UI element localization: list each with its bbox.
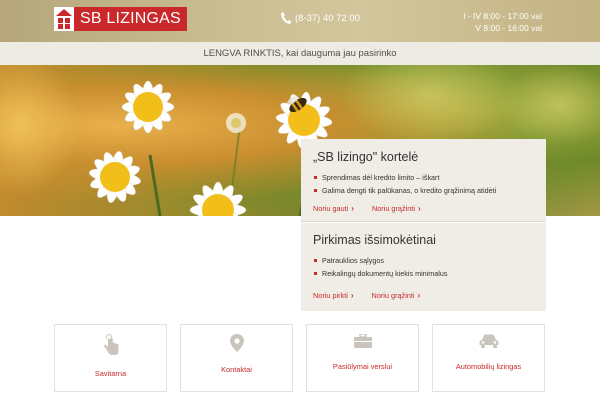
working-hours: I - IV 8:00 - 17:00 val V 8:00 - 16:00 v…	[463, 10, 542, 34]
phone-contact[interactable]: (8-37) 40 72 00	[280, 11, 360, 25]
bullet-icon	[314, 176, 317, 179]
installment-links: Noriu pirkti › Noriu grąžinti ›	[313, 291, 438, 300]
feature-item: Reikalingų dokumentų kiekis minimalus	[314, 267, 447, 280]
logo-text: SB LIZINGAS	[74, 7, 187, 31]
bullet-icon	[314, 272, 317, 275]
tile-label: Pasiūlymai verslui	[332, 362, 393, 371]
sb-card-links: Noriu gauti › Noriu grąžinti ›	[313, 204, 439, 213]
phone-number: (8-37) 40 72 00	[295, 12, 360, 24]
tile-contacts[interactable]: Kontaktai	[180, 324, 293, 392]
hours-friday: V 8:00 - 16:00 val	[475, 23, 542, 33]
tile-car-leasing[interactable]: Automobilių lizingas	[432, 324, 545, 392]
tile-label: Savitarna	[94, 369, 127, 378]
chevron-right-icon: ›	[351, 204, 354, 213]
house-logo-icon	[54, 7, 74, 31]
want-get-link[interactable]: Noriu gauti ›	[313, 204, 354, 213]
chevron-right-icon: ›	[417, 291, 421, 300]
chevron-right-icon: ›	[350, 291, 354, 300]
tile-label: Automobilių lizingas	[455, 362, 522, 371]
installment-title: Pirkimas išsimokėtinai	[313, 233, 436, 247]
hand-pointer-icon	[55, 334, 166, 356]
sb-card-features: Sprendimas dėl kredito limito – iškart G…	[314, 171, 496, 197]
tile-business-offers[interactable]: Pasiūlymai verslui	[306, 324, 419, 392]
feature-item: Galima dengti tik palūkanas, o kredito g…	[314, 184, 496, 197]
top-header: SB LIZINGAS (8-37) 40 72 00 I - IV 8:00 …	[0, 0, 600, 42]
hours-weekdays: I - IV 8:00 - 17:00 val	[463, 11, 542, 21]
want-buy-link[interactable]: Noriu pirkti ›	[313, 291, 354, 300]
phone-icon	[281, 12, 292, 24]
sb-card-panel: „SB lizingo" kortelė Sprendimas dėl kred…	[301, 139, 546, 222]
tagline: LENGVA RINKTIS, kai dauguma jau pasirink…	[0, 42, 600, 65]
tile-self-service[interactable]: Savitarna	[54, 324, 167, 392]
chevron-right-icon: ›	[417, 204, 421, 213]
map-pin-icon	[181, 334, 292, 356]
bullet-icon	[314, 189, 317, 192]
installment-panel: Pirkimas išsimokėtinai Patrauklios sąlyg…	[301, 223, 546, 311]
installment-features: Patrauklios sąlygos Reikalingų dokumentų…	[314, 254, 447, 280]
feature-item: Sprendimas dėl kredito limito – iškart	[314, 171, 496, 184]
logo[interactable]: SB LIZINGAS	[54, 5, 187, 33]
briefcase-icon	[307, 334, 418, 356]
sb-card-title: „SB lizingo" kortelė	[313, 150, 419, 164]
tile-label: Kontaktai	[221, 365, 252, 374]
car-icon	[433, 334, 544, 356]
bullet-icon	[314, 259, 317, 262]
feature-item: Patrauklios sąlygos	[314, 254, 447, 267]
want-return-link[interactable]: Noriu grąžinti ›	[372, 204, 421, 213]
want-return-link[interactable]: Noriu grąžinti ›	[372, 291, 421, 300]
